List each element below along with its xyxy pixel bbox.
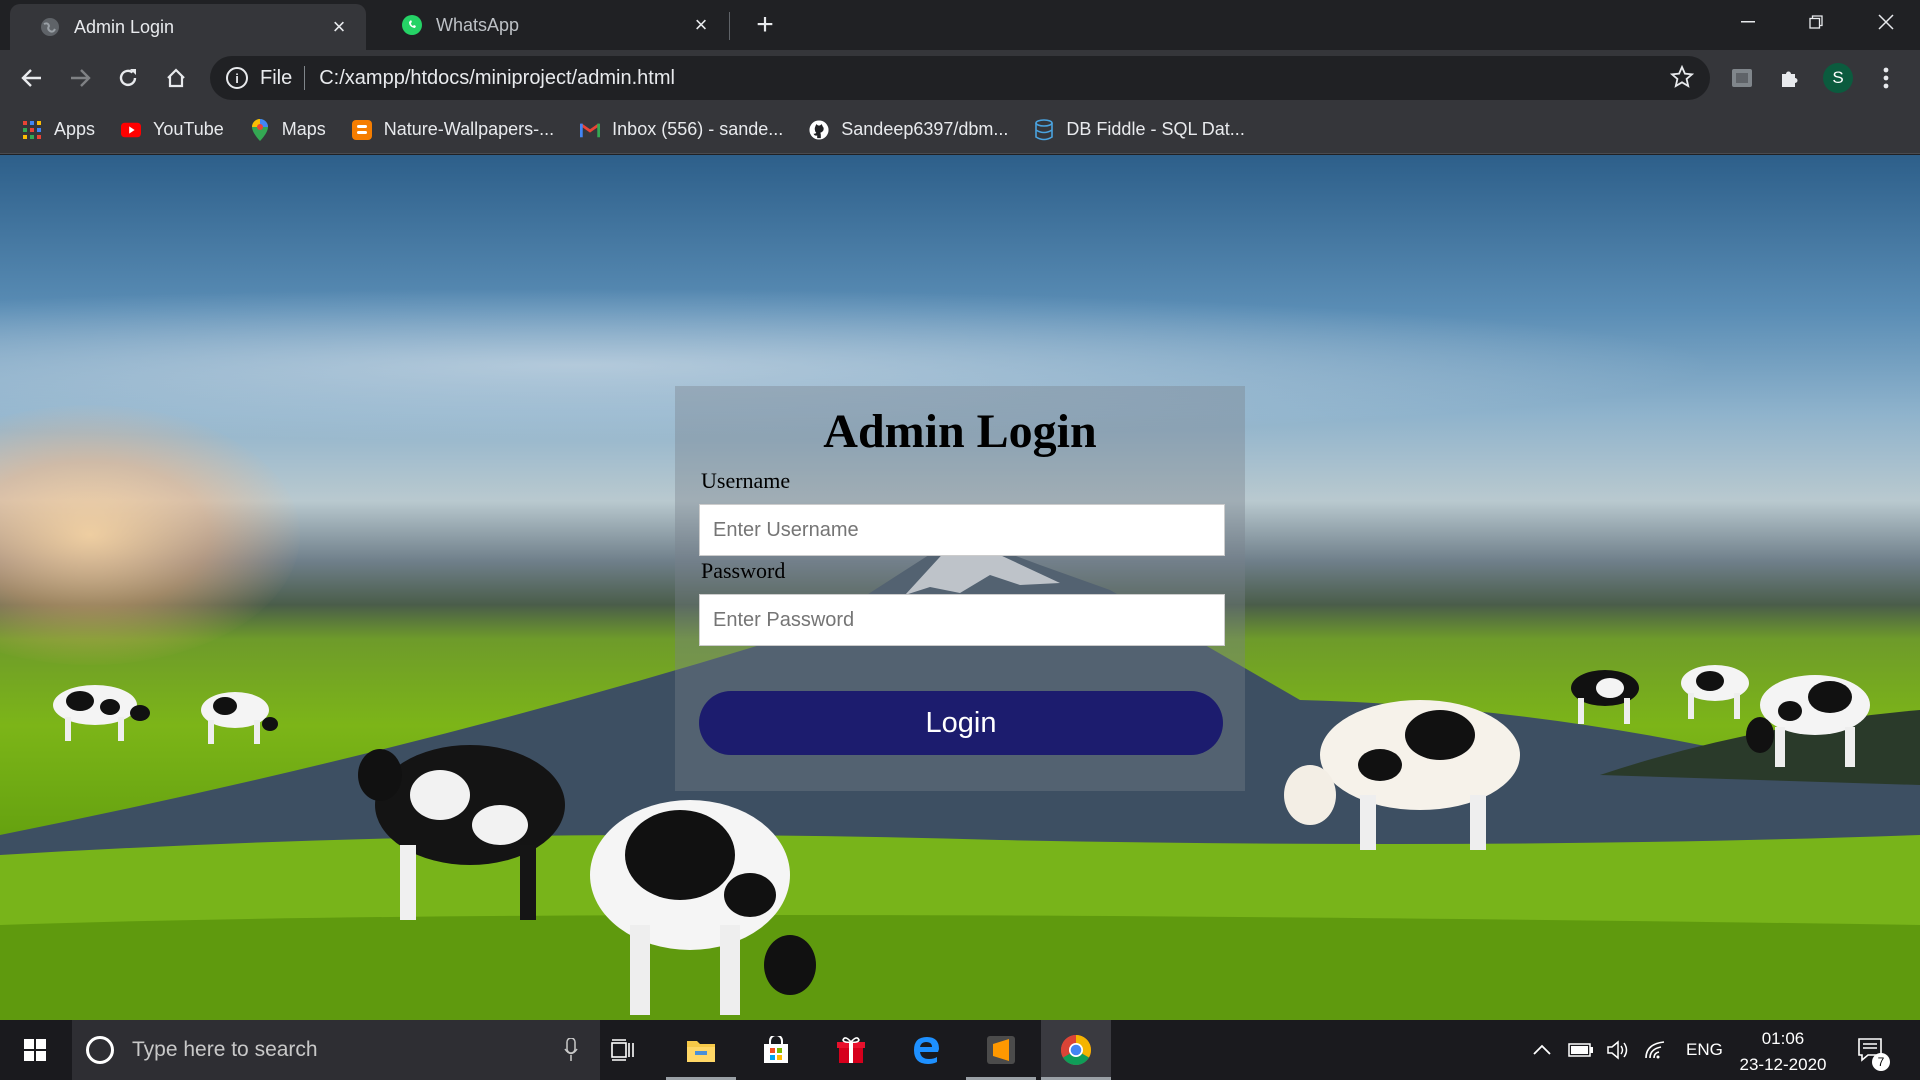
language-indicator[interactable]: ENG bbox=[1686, 1020, 1723, 1080]
url-scheme: File bbox=[260, 66, 293, 89]
clock-time: 01:06 bbox=[1761, 1029, 1805, 1048]
username-label: Username bbox=[701, 468, 791, 493]
chrome-taskbar-icon[interactable] bbox=[1041, 1020, 1111, 1080]
menu-kebab-icon[interactable] bbox=[1868, 60, 1904, 96]
task-view-icon[interactable] bbox=[600, 1020, 648, 1080]
globe-icon bbox=[40, 17, 60, 37]
cow-figure bbox=[1746, 675, 1870, 767]
cortana-circle-icon bbox=[86, 1036, 114, 1064]
database-icon bbox=[1034, 118, 1054, 140]
sublime-text-icon[interactable] bbox=[966, 1020, 1036, 1080]
bookmark-label: Sandeep6397/dbm... bbox=[841, 119, 1009, 139]
gmail-icon bbox=[580, 120, 601, 140]
page-viewport: Admin Login Username Password Login bbox=[0, 155, 1920, 1020]
system-clock[interactable]: 01:06 23-12-2020 bbox=[1728, 1026, 1838, 1078]
microphone-icon[interactable] bbox=[564, 1037, 578, 1068]
extension-icon[interactable] bbox=[1724, 60, 1760, 96]
cow-figure bbox=[590, 800, 816, 1015]
url-text[interactable]: C:/xampp/htdocs/miniproject/admin.html bbox=[319, 67, 675, 90]
address-divider bbox=[304, 66, 306, 90]
microsoft-store-icon[interactable] bbox=[741, 1020, 811, 1080]
cow-figure bbox=[358, 745, 565, 920]
bookmark-label: Inbox (556) - sande... bbox=[612, 119, 784, 139]
reload-icon[interactable] bbox=[110, 60, 146, 96]
start-windows-icon[interactable] bbox=[0, 1020, 70, 1080]
extensions-puzzle-icon[interactable] bbox=[1772, 60, 1808, 96]
forward-icon[interactable] bbox=[62, 60, 98, 96]
password-label: Password bbox=[701, 558, 786, 583]
action-center-icon[interactable]: 7 bbox=[1856, 1020, 1890, 1080]
windows-taskbar: Type here to search ENG 01:06 23-12-2020… bbox=[0, 1020, 1920, 1080]
tab-title: WhatsApp bbox=[436, 14, 520, 35]
taskbar-search-box[interactable]: Type here to search bbox=[72, 1020, 600, 1080]
close-window-icon[interactable] bbox=[1852, 0, 1920, 44]
cow-figure bbox=[53, 685, 150, 741]
home-icon[interactable] bbox=[158, 60, 194, 96]
youtube-icon bbox=[121, 120, 142, 140]
whatsapp-icon bbox=[402, 15, 422, 35]
page-title: Admin Login bbox=[823, 405, 1097, 458]
bookmark-inbox[interactable]: Inbox (556) - sande... bbox=[580, 119, 783, 140]
tab-strip: Admin Login × WhatsApp × + bbox=[0, 0, 1920, 50]
browser-toolbar: i File C:/xampp/htdocs/miniproject/admin… bbox=[0, 50, 1920, 106]
edge-browser-icon[interactable] bbox=[891, 1020, 961, 1080]
bookmark-label: Maps bbox=[281, 119, 326, 139]
minimize-icon[interactable] bbox=[1714, 0, 1782, 44]
restore-icon[interactable] bbox=[1782, 0, 1850, 44]
bookmark-label: DB Fiddle - SQL Dat... bbox=[1066, 119, 1245, 139]
address-bar[interactable]: i File C:/xampp/htdocs/miniproject/admin… bbox=[210, 56, 1710, 100]
bookmarks-bar: Apps YouTube Maps Nature-Wallpapers-... … bbox=[0, 106, 1920, 154]
profile-initial: S bbox=[1823, 63, 1853, 93]
tab-close-icon[interactable]: × bbox=[328, 16, 350, 38]
clock-date: 23-12-2020 bbox=[1739, 1055, 1827, 1074]
login-button[interactable]: Login bbox=[699, 691, 1223, 755]
login-panel: Admin Login Username Password Login bbox=[675, 386, 1245, 791]
tab-close-icon[interactable]: × bbox=[690, 14, 712, 36]
search-placeholder: Type here to search bbox=[132, 1038, 318, 1061]
blogger-icon bbox=[351, 119, 372, 140]
profile-avatar[interactable]: S bbox=[1820, 60, 1856, 96]
tab-whatsapp[interactable]: WhatsApp × bbox=[372, 0, 728, 50]
cow-figure bbox=[1571, 670, 1639, 724]
cow-figure bbox=[201, 692, 278, 744]
bookmark-label: YouTube bbox=[153, 119, 224, 139]
new-tab-icon[interactable]: + bbox=[748, 8, 782, 42]
bookmark-github[interactable]: Sandeep6397/dbm... bbox=[809, 119, 1008, 140]
bookmark-apps[interactable]: Apps bbox=[22, 119, 95, 140]
bookmark-star-icon[interactable] bbox=[1669, 64, 1695, 95]
bookmark-label: Apps bbox=[54, 119, 96, 139]
cow-figure bbox=[1284, 700, 1520, 850]
bookmark-nature-wallpapers[interactable]: Nature-Wallpapers-... bbox=[351, 119, 555, 140]
battery-icon[interactable] bbox=[1568, 1020, 1594, 1080]
site-info-icon[interactable]: i bbox=[226, 67, 248, 89]
github-icon bbox=[809, 119, 829, 140]
bookmark-youtube[interactable]: YouTube bbox=[121, 119, 224, 140]
volume-icon[interactable] bbox=[1606, 1020, 1630, 1080]
username-input[interactable] bbox=[699, 504, 1225, 556]
show-hidden-icons-chevron-icon[interactable] bbox=[1532, 1020, 1552, 1080]
maps-pin-icon bbox=[250, 118, 270, 141]
back-icon[interactable] bbox=[14, 60, 50, 96]
notification-count-badge: 7 bbox=[1872, 1053, 1890, 1071]
bookmark-maps[interactable]: Maps bbox=[250, 118, 326, 141]
apps-grid-icon bbox=[22, 120, 42, 140]
wifi-icon[interactable] bbox=[1644, 1020, 1668, 1080]
bookmark-db-fiddle[interactable]: DB Fiddle - SQL Dat... bbox=[1034, 118, 1245, 140]
tab-title: Admin Login bbox=[74, 16, 175, 37]
tab-admin-login[interactable]: Admin Login × bbox=[10, 4, 366, 50]
password-input[interactable] bbox=[699, 594, 1225, 646]
gift-icon[interactable] bbox=[816, 1020, 886, 1080]
file-explorer-icon[interactable] bbox=[666, 1020, 736, 1080]
bookmark-label: Nature-Wallpapers-... bbox=[383, 119, 555, 139]
tab-divider bbox=[729, 12, 730, 40]
